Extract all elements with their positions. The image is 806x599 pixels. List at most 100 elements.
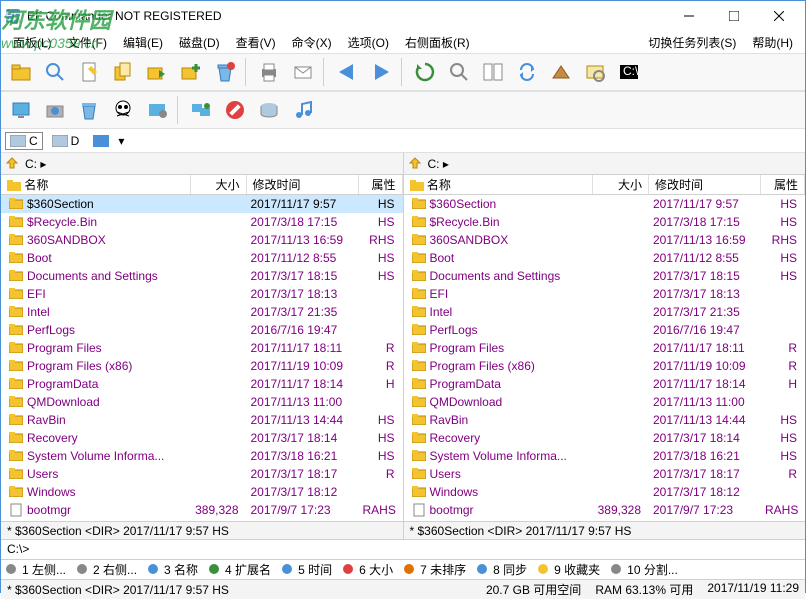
find-button[interactable]: [443, 56, 475, 88]
fn-key[interactable]: 2 右侧...: [76, 561, 137, 578]
table-row[interactable]: Program Files (x86)2017/11/19 10:09R: [404, 357, 806, 375]
camera-button[interactable]: [39, 94, 71, 126]
search-button[interactable]: [39, 56, 71, 88]
fn-key[interactable]: 3 名称: [147, 561, 198, 578]
copy-button[interactable]: [107, 56, 139, 88]
recycle-button[interactable]: [73, 94, 105, 126]
fn-key[interactable]: 1 左侧...: [5, 561, 66, 578]
table-row[interactable]: $360Section2017/11/17 9:57HS: [404, 195, 806, 213]
right-column-header[interactable]: 名称 大小 修改时间 属性: [404, 175, 806, 195]
table-row[interactable]: Intel2017/3/17 21:35: [404, 303, 806, 321]
table-row[interactable]: Boot2017/11/12 8:55HS: [1, 249, 403, 267]
terminal-button[interactable]: C:\: [613, 56, 645, 88]
edit-button[interactable]: [73, 56, 105, 88]
menu-item[interactable]: 右侧面板(R): [397, 34, 478, 52]
new-folder-button[interactable]: [175, 56, 207, 88]
app-settings-button[interactable]: [141, 94, 173, 126]
table-row[interactable]: Recovery2017/3/17 18:14HS: [404, 429, 806, 447]
table-row[interactable]: Program Files2017/11/17 18:11R: [1, 339, 403, 357]
table-row[interactable]: QMDownload2017/11/13 11:00: [404, 393, 806, 411]
skull-button[interactable]: [107, 94, 139, 126]
fn-key[interactable]: 5 时间: [281, 561, 332, 578]
left-column-header[interactable]: 名称 大小 修改时间 属性: [1, 175, 403, 195]
fn-key[interactable]: 7 未排序: [403, 561, 466, 578]
table-row[interactable]: Users2017/3/17 18:17R: [404, 465, 806, 483]
table-row[interactable]: PerfLogs2016/7/16 19:47: [1, 321, 403, 339]
table-row[interactable]: System Volume Informa...2017/3/18 16:21H…: [1, 447, 403, 465]
compare-button[interactable]: [477, 56, 509, 88]
close-button[interactable]: [756, 2, 801, 30]
command-line[interactable]: C:\>: [1, 539, 805, 559]
table-row[interactable]: RavBin2017/11/13 14:44HS: [404, 411, 806, 429]
table-row[interactable]: Program Files2017/11/17 18:11R: [404, 339, 806, 357]
maximize-button[interactable]: [711, 2, 756, 30]
fn-key[interactable]: 6 大小: [342, 561, 393, 578]
menu-item[interactable]: 切换任务列表(S): [640, 34, 744, 52]
fn-icon: [610, 563, 624, 577]
left-pathbar[interactable]: C: ▸: [1, 153, 403, 175]
table-row[interactable]: ProgramData2017/11/17 18:14H: [1, 375, 403, 393]
table-row[interactable]: Users2017/3/17 18:17R: [1, 465, 403, 483]
fn-key[interactable]: 8 同步: [476, 561, 527, 578]
table-row[interactable]: Intel2017/3/17 21:35: [1, 303, 403, 321]
disk-button[interactable]: [253, 94, 285, 126]
table-row[interactable]: QMDownload2017/11/13 11:00: [1, 393, 403, 411]
table-row[interactable]: EFI2017/3/17 18:13: [1, 285, 403, 303]
left-file-list[interactable]: $360Section2017/11/17 9:57HS$Recycle.Bin…: [1, 195, 403, 521]
table-row[interactable]: System Volume Informa...2017/3/18 16:21H…: [404, 447, 806, 465]
table-row[interactable]: Recovery2017/3/17 18:14HS: [1, 429, 403, 447]
delete-button[interactable]: [209, 56, 241, 88]
menu-item[interactable]: 命令(X): [284, 34, 340, 52]
up-icon[interactable]: [408, 156, 424, 172]
table-row[interactable]: $360Section2017/11/17 9:57HS: [1, 195, 403, 213]
open-folder-button[interactable]: [5, 56, 37, 88]
back-button[interactable]: [331, 56, 363, 88]
fn-key[interactable]: 9 收藏夹: [537, 561, 600, 578]
forward-button[interactable]: [365, 56, 397, 88]
chevron-down-icon[interactable]: ▾: [118, 134, 124, 148]
table-row[interactable]: bootmgr389,3282017/9/7 17:23RAHS: [404, 501, 806, 519]
menu-item[interactable]: 选项(O): [340, 34, 397, 52]
mail-button[interactable]: [287, 56, 319, 88]
menu-item[interactable]: 查看(V): [228, 34, 284, 52]
table-row[interactable]: 360SANDBOX2017/11/13 16:59RHS: [1, 231, 403, 249]
refresh-button[interactable]: [409, 56, 441, 88]
menu-item[interactable]: 帮助(H): [744, 34, 801, 52]
table-row[interactable]: Boot2017/11/12 8:55HS: [404, 249, 806, 267]
drive-d[interactable]: D: [47, 132, 85, 150]
fn-key[interactable]: 10 分割...: [610, 561, 678, 578]
filter-button[interactable]: [545, 56, 577, 88]
up-icon[interactable]: [5, 156, 21, 172]
network-button[interactable]: [185, 94, 217, 126]
right-pathbar[interactable]: C: ▸: [404, 153, 806, 175]
table-row[interactable]: RavBin2017/11/13 14:44HS: [1, 411, 403, 429]
table-row[interactable]: 360SANDBOX2017/11/13 16:59RHS: [404, 231, 806, 249]
table-row[interactable]: ProgramData2017/11/17 18:14H: [404, 375, 806, 393]
table-row[interactable]: Program Files (x86)2017/11/19 10:09R: [1, 357, 403, 375]
screen-tool-button[interactable]: [5, 94, 37, 126]
table-row[interactable]: bootmgr389,3282017/9/7 17:23RAHS: [1, 501, 403, 519]
table-row[interactable]: Documents and Settings2017/3/17 18:15HS: [404, 267, 806, 285]
menu-item[interactable]: 面板(L): [5, 34, 60, 52]
quickview-button[interactable]: [579, 56, 611, 88]
table-row[interactable]: EFI2017/3/17 18:13: [404, 285, 806, 303]
minimize-button[interactable]: [666, 2, 711, 30]
right-file-list[interactable]: $360Section2017/11/17 9:57HS$Recycle.Bin…: [404, 195, 806, 521]
move-button[interactable]: [141, 56, 173, 88]
menu-item[interactable]: 文件(F): [60, 34, 115, 52]
table-row[interactable]: Documents and Settings2017/3/17 18:15HS: [1, 267, 403, 285]
music-button[interactable]: [287, 94, 319, 126]
table-row[interactable]: Windows2017/3/17 18:12: [404, 483, 806, 501]
table-row[interactable]: Windows2017/3/17 18:12: [1, 483, 403, 501]
fn-key[interactable]: 4 扩展名: [208, 561, 271, 578]
table-row[interactable]: $Recycle.Bin2017/3/18 17:15HS: [404, 213, 806, 231]
print-button[interactable]: [253, 56, 285, 88]
table-row[interactable]: PerfLogs2016/7/16 19:47: [404, 321, 806, 339]
block-button[interactable]: [219, 94, 251, 126]
menu-item[interactable]: 编辑(E): [115, 34, 171, 52]
drive-desktop[interactable]: [88, 133, 114, 149]
sync-button[interactable]: [511, 56, 543, 88]
table-row[interactable]: $Recycle.Bin2017/3/18 17:15HS: [1, 213, 403, 231]
drive-c[interactable]: C: [5, 132, 43, 150]
menu-item[interactable]: 磁盘(D): [171, 34, 228, 52]
